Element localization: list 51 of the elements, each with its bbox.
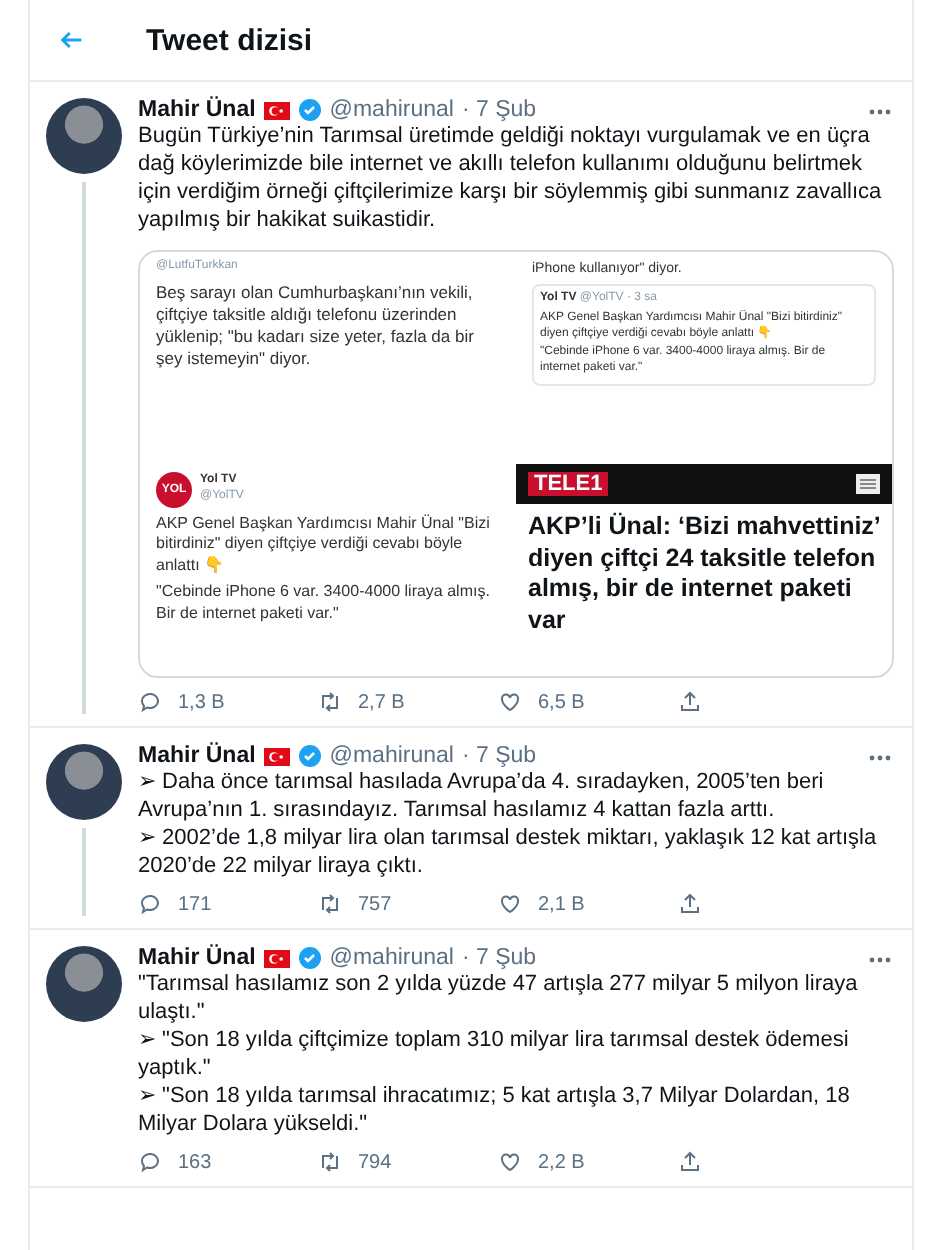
heart-icon (498, 892, 522, 916)
author-name[interactable]: Mahir Ünal (138, 744, 256, 768)
avatar[interactable] (46, 744, 122, 820)
heart-icon (498, 1150, 522, 1174)
retweet-icon (318, 690, 342, 714)
news-headline: AKP’li Ünal: ‘Bizi mahvettiniz’ diyen çiftçi 24 taksitle telefon almış, bir de internet paketi var (526, 510, 882, 638)
tweet-time[interactable]: · 7 Şub (461, 744, 537, 768)
retweet-icon (318, 1150, 342, 1174)
back-arrow-icon[interactable] (58, 26, 86, 54)
reply-button[interactable]: 171 (138, 892, 318, 916)
retweet-button[interactable]: 794 (318, 1150, 498, 1174)
author-handle[interactable]: @mahirunal (329, 98, 454, 122)
retweet-button[interactable]: 2,7 B (318, 690, 498, 714)
tweet-text: "Tarımsal hasılamız son 2 yılda yüzde 47 artışla 277 milyar 5 milyon liraya ulaştı." (138, 970, 860, 1026)
reply-button[interactable]: 163 (138, 1150, 318, 1174)
author-handle[interactable]: @mahirunal (329, 744, 454, 768)
reply-icon (138, 690, 162, 714)
reply-icon (138, 1150, 162, 1174)
tweet-text: ➢ "Son 18 yılda tarımsal ihracatımız; 5 kat artışla 3,7 Milyar Dolardan, 18 Milyar Dolara yükseldi." (138, 1082, 852, 1138)
tweet-text: Bugün Türkiye’nin Tarımsal üretimde geldiği noktayı vurgulamak ve en üçra dağ köylerimizde bile internet ve akıllı telefon kullanımı olduğunu belirtmek için verdiğim örneği çiftçilerimize karşı bir söylemmiş gibi sunmanız zavallıca yapılmış bir hakikat suikastidir. (138, 122, 884, 234)
like-button[interactable]: 2,1 B (498, 892, 678, 916)
quote-text: "Cebinde iPhone 6 var. 3400-4000 liraya almış. Bir de internet paketi var." (156, 582, 492, 624)
tweet-text: ➢ "Son 18 yılda çiftçimize toplam 310 milyar lira tarımsal destek ödemesi yaptık." (138, 1026, 851, 1082)
tweet-time[interactable]: · 7 Şub (461, 946, 537, 970)
retweet-icon (318, 892, 342, 916)
like-button[interactable]: 2,2 B (498, 1150, 678, 1174)
menu-icon (856, 474, 880, 494)
share-icon[interactable] (678, 1150, 702, 1174)
flag-icon (263, 949, 290, 967)
news-logo: TELE1 (528, 472, 609, 496)
tweet-time[interactable]: · 7 Şub (461, 98, 537, 122)
avatar[interactable] (46, 946, 122, 1022)
tweet-text: ➢ Daha önce tarımsal hasılada Avrupa’da 4. sıradayken, 2005’ten beri Avrupa’nın 1. sırasındayız. Tarımsal hasılamız 4 kattan fazla arttı. (138, 768, 826, 824)
tweet-text: Beş sarayı olan Cumhurbaşkanı’nın vekili, çiftçiye taksitle aldığı telefonu üzerinden yüklenip; "bu kadarı size yeter, fazla da bir şey istemeyin" diyor. (156, 281, 476, 370)
page-title: Tweet dizisi (146, 23, 313, 57)
retweet-button[interactable]: 757 (318, 892, 498, 916)
share-icon[interactable] (678, 690, 702, 714)
author-name[interactable]: Mahir Ünal (138, 98, 256, 122)
flag-icon (263, 101, 290, 119)
heart-icon (498, 690, 522, 714)
tweet-text: ➢ 2002’de 1,8 milyar lira olan tarımsal destek miktarı, yaklaşık 12 kat artışla 2020’de 22 milyar liraya çıktı. (138, 824, 879, 880)
author-name[interactable]: Mahir Ünal (138, 946, 256, 970)
reply-icon (138, 892, 162, 916)
flag-icon (263, 747, 290, 765)
tweet-image[interactable] (138, 250, 894, 678)
author-handle[interactable]: @mahirunal (329, 946, 454, 970)
tweet-text: AKP Genel Başkan Yardımcısı Mahir Ünal "Bizi bitirdiniz" diyen çiftçiye verdiği cevabı böyle anlattı 👇 (156, 514, 492, 577)
avatar[interactable] (46, 98, 122, 174)
like-button[interactable]: 6,5 B (498, 690, 678, 714)
share-icon[interactable] (678, 892, 702, 916)
reply-button[interactable]: 1,3 B (138, 690, 318, 714)
